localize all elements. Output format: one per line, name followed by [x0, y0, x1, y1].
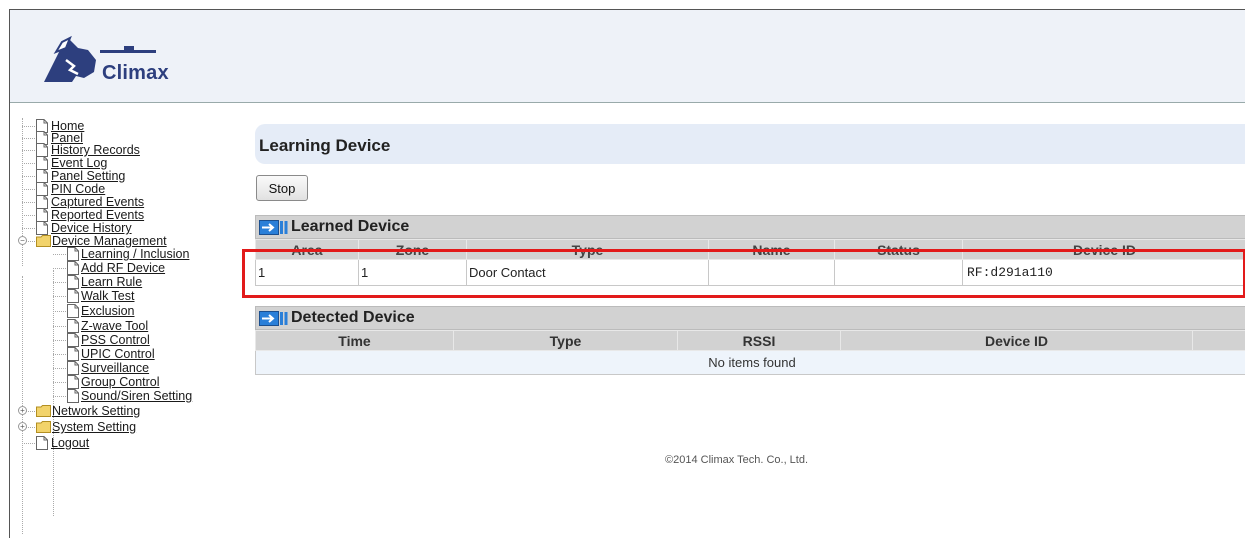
detected-table-header-row: Time Type RSSI Device ID [255, 330, 1245, 351]
sidebar-item-label: Learning / Inclusion [81, 247, 190, 261]
sidebar-item-label: Event Log [51, 156, 108, 170]
logo-text: Climax [102, 62, 169, 84]
sidebar-item-label: System Setting [52, 420, 137, 434]
expand-icon[interactable]: + [18, 406, 27, 415]
folder-icon [36, 235, 51, 247]
sidebar-item-label: History Records [51, 143, 140, 157]
document-icon [67, 261, 79, 275]
document-icon [67, 304, 79, 318]
sidebar-item-label: Logout [51, 436, 90, 450]
stop-button[interactable]: Stop [256, 175, 308, 201]
climax-logo: Climax [36, 26, 196, 90]
learned-device-header: Learned Device [255, 215, 1245, 239]
detected-device-title: Detected Device [291, 309, 415, 326]
sidebar-item-label: Sound/Siren Setting [81, 389, 193, 403]
column-header-type[interactable]: Type [453, 330, 678, 351]
document-icon [36, 208, 48, 222]
sidebar-item-label: Walk Test [81, 289, 135, 303]
sidebar-item-label: Panel Setting [51, 169, 126, 183]
no-items-text: No items found [255, 350, 1245, 375]
document-icon [36, 182, 48, 196]
arrow-right-icon [259, 220, 288, 235]
sidebar-item-label: Device History [51, 221, 132, 235]
column-header-extra [1192, 330, 1245, 351]
column-header-rssi[interactable]: RSSI [677, 330, 841, 351]
document-icon [36, 436, 48, 450]
app-window: Climax Home Panel History Records Event Log… [9, 9, 1245, 538]
document-icon [36, 143, 48, 157]
document-icon [67, 361, 79, 375]
sidebar-item-label: PIN Code [51, 182, 106, 196]
footer-copyright: ©2014 Climax Tech. Co., Ltd. [665, 454, 809, 466]
page-title: Learning Device [259, 136, 391, 155]
document-icon [67, 319, 79, 333]
document-icon [36, 195, 48, 209]
document-icon [67, 247, 79, 261]
sidebar-item-label: Add RF Device [81, 261, 166, 275]
column-header-device-id[interactable]: Device ID [840, 330, 1193, 351]
sidebar-item-label: Surveillance [81, 361, 150, 375]
folder-icon [36, 405, 51, 417]
sidebar-item-label: UPIC Control [81, 347, 155, 361]
expand-icon[interactable]: + [18, 422, 27, 431]
sidebar-item-label: Group Control [81, 375, 160, 389]
document-icon [67, 275, 79, 289]
document-icon [36, 221, 48, 235]
sidebar-item-label: Exclusion [81, 304, 135, 318]
sidebar-item-label: Learn Rule [81, 275, 143, 289]
arrow-right-icon [259, 311, 288, 326]
detected-device-table: Time Type RSSI Device ID No items found [255, 330, 1245, 375]
highlight-box [242, 249, 1245, 298]
collapse-icon[interactable]: − [18, 236, 27, 245]
sidebar-item-label: Reported Events [51, 208, 145, 222]
document-icon [67, 347, 79, 361]
document-icon [67, 389, 79, 403]
header: Climax [10, 10, 1245, 103]
detected-device-header: Detected Device [255, 306, 1245, 330]
sidebar-item-label: Device Management [52, 234, 167, 248]
document-icon [67, 375, 79, 389]
learned-device-title: Learned Device [291, 218, 410, 235]
page-title-bar: Learning Device [255, 124, 1245, 164]
document-icon [36, 169, 48, 183]
folder-icon [36, 421, 51, 433]
sidebar-item-label: Z-wave Tool [81, 319, 149, 333]
document-icon [67, 333, 79, 347]
column-header-time[interactable]: Time [255, 330, 454, 351]
document-icon [36, 156, 48, 170]
sidebar-item-label: PSS Control [81, 333, 150, 347]
sidebar-item-label: Network Setting [52, 404, 141, 418]
sidebar-item-label: Captured Events [51, 195, 145, 209]
sidebar-tree: Home Panel History Records Event Log Panel S… [10, 118, 230, 538]
empty-row: No items found [255, 350, 1245, 375]
document-icon [67, 289, 79, 303]
